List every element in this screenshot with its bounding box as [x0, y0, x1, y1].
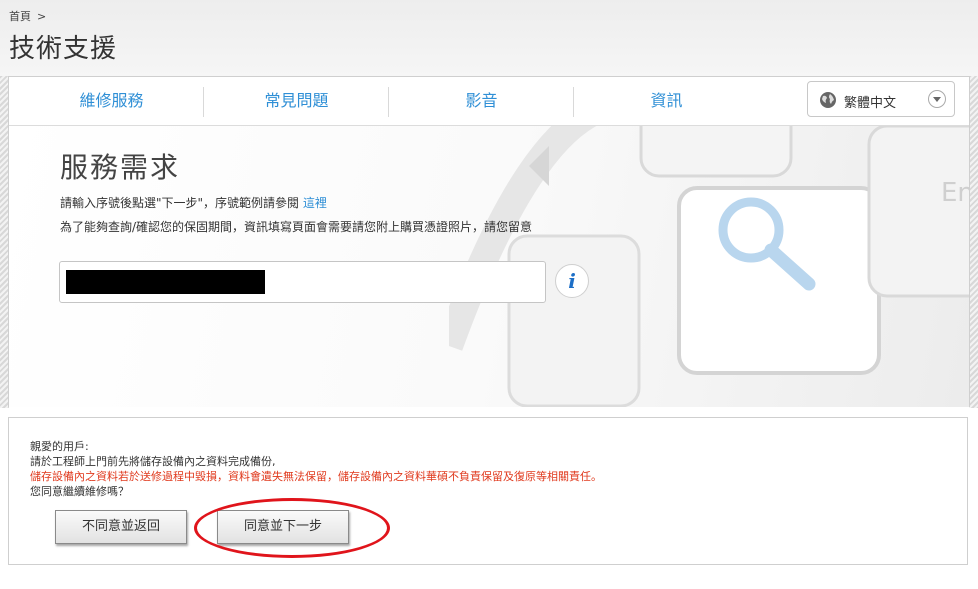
page-title: 技術支援 — [9, 34, 118, 64]
breadcrumb-separator: > — [37, 10, 47, 23]
tab-video[interactable]: 影音 — [389, 77, 574, 125]
service-title: 服務需求 — [60, 151, 181, 184]
service-request-panel: En 服務需求 請輸入序號後點選"下一步"，序號範例請參閱 這裡 為了能夠查詢/… — [9, 126, 969, 407]
svg-text:En: En — [941, 178, 969, 208]
serial-example-link[interactable]: 這裡 — [303, 196, 327, 210]
notice-backup: 請於工程師上門前先將儲存設備內之資料完成備份, — [30, 455, 276, 468]
chevron-down-icon[interactable] — [928, 90, 946, 108]
right-stripe-border — [969, 76, 978, 408]
language-selector[interactable]: 繁體中文 — [807, 81, 955, 117]
serial-instruction-text: 請輸入序號後點選"下一步"，序號範例請參閱 — [60, 196, 303, 210]
breadcrumb: 首頁 > — [9, 8, 46, 24]
header-area: 首頁 > 技術支援 — [0, 0, 978, 78]
serial-field[interactable] — [59, 261, 546, 303]
tab-repair-service[interactable]: 維修服務 — [19, 77, 204, 125]
serial-instruction: 請輸入序號後點選"下一步"，序號範例請參閱 這裡 — [60, 194, 327, 211]
agree-next-button[interactable]: 同意並下一步 — [217, 510, 349, 544]
repair-notice: 親愛的用戶: 請於工程師上門前先將儲存設備內之資料完成備份, 儲存設備內之資料若… — [8, 417, 968, 565]
notice-greeting: 親愛的用戶: — [30, 440, 89, 453]
breadcrumb-home[interactable]: 首頁 — [9, 10, 31, 23]
tab-faq[interactable]: 常見問題 — [204, 77, 389, 125]
warranty-note: 為了能夠查詢/確認您的保固期間，資訊填寫頁面會需要請您附上購買憑證照片，請您留意 — [60, 220, 533, 234]
globe-icon — [820, 92, 836, 108]
info-icon[interactable]: i — [555, 264, 589, 298]
notice-question: 您同意繼續維修嗎？ — [30, 485, 129, 498]
disagree-return-button[interactable]: 不同意並返回 — [55, 510, 187, 544]
serial-input[interactable] — [66, 270, 265, 294]
notice-warning: 儲存設備內之資料若於送修過程中毀損，資料會遺失無法保留，儲存設備內之資料華碩不負… — [30, 470, 602, 483]
tab-info[interactable]: 資訊 — [574, 77, 759, 125]
language-label: 繁體中文 — [844, 96, 897, 111]
